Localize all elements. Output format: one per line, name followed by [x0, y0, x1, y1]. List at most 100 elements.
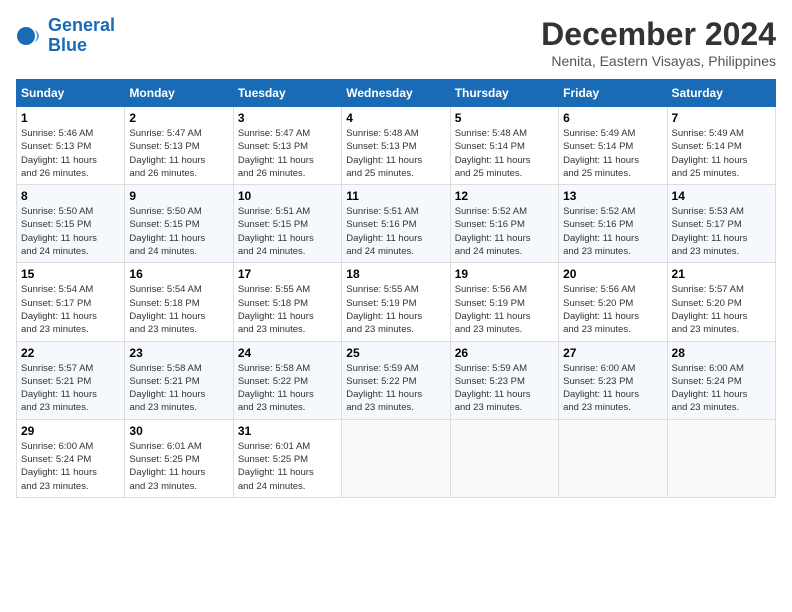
calendar-cell: 22 Sunrise: 5:57 AMSunset: 5:21 PMDayligh… — [17, 341, 125, 419]
calendar-cell: 21 Sunrise: 5:57 AMSunset: 5:20 PMDayligh… — [667, 263, 775, 341]
day-number: 28 — [672, 346, 771, 360]
day-info: Sunrise: 6:00 AMSunset: 5:23 PMDaylight:… — [563, 362, 662, 415]
day-info: Sunrise: 5:55 AMSunset: 5:19 PMDaylight:… — [346, 283, 445, 336]
calendar-cell: 2 Sunrise: 5:47 AMSunset: 5:13 PMDaylight… — [125, 107, 233, 185]
day-number: 3 — [238, 111, 337, 125]
calendar-cell: 23Sunrise: 5:58 AMSunset: 5:21 PMDayligh… — [125, 341, 233, 419]
day-number: 18 — [346, 267, 445, 281]
calendar-table: SundayMondayTuesdayWednesdayThursdayFrid… — [16, 79, 776, 498]
day-info: Sunrise: 5:54 AMSunset: 5:17 PMDaylight:… — [21, 283, 120, 336]
calendar-cell: 7 Sunrise: 5:49 AMSunset: 5:14 PMDaylight… — [667, 107, 775, 185]
calendar-week-3: 15 Sunrise: 5:54 AMSunset: 5:17 PMDayligh… — [17, 263, 776, 341]
day-number: 5 — [455, 111, 554, 125]
day-number: 10 — [238, 189, 337, 203]
day-number: 26 — [455, 346, 554, 360]
day-info: Sunrise: 5:47 AMSunset: 5:13 PMDaylight:… — [129, 127, 228, 180]
day-info: Sunrise: 5:59 AMSunset: 5:23 PMDaylight:… — [455, 362, 554, 415]
day-info: Sunrise: 5:59 AMSunset: 5:22 PMDaylight:… — [346, 362, 445, 415]
day-number: 24 — [238, 346, 337, 360]
day-number: 31 — [238, 424, 337, 438]
title-area: December 2024 Nenita, Eastern Visayas, P… — [541, 16, 776, 69]
calendar-cell: 28 Sunrise: 6:00 AMSunset: 5:24 PMDayligh… — [667, 341, 775, 419]
calendar-week-4: 22 Sunrise: 5:57 AMSunset: 5:21 PMDayligh… — [17, 341, 776, 419]
calendar-cell: 25 Sunrise: 5:59 AMSunset: 5:22 PMDayligh… — [342, 341, 450, 419]
page-header: General Blue December 2024 Nenita, Easte… — [16, 16, 776, 69]
calendar-cell: 1Sunrise: 5:46 AMSunset: 5:13 PMDaylight… — [17, 107, 125, 185]
day-number: 21 — [672, 267, 771, 281]
weekday-header-wednesday: Wednesday — [342, 80, 450, 107]
day-info: Sunrise: 5:50 AMSunset: 5:15 PMDaylight:… — [21, 205, 120, 258]
day-info: Sunrise: 5:48 AMSunset: 5:13 PMDaylight:… — [346, 127, 445, 180]
day-info: Sunrise: 5:52 AMSunset: 5:16 PMDaylight:… — [563, 205, 662, 258]
calendar-header-row: SundayMondayTuesdayWednesdayThursdayFrid… — [17, 80, 776, 107]
weekday-header-sunday: Sunday — [17, 80, 125, 107]
day-number: 8 — [21, 189, 120, 203]
calendar-cell: 19 Sunrise: 5:56 AMSunset: 5:19 PMDayligh… — [450, 263, 558, 341]
logo-icon — [16, 22, 44, 50]
day-info: Sunrise: 6:01 AMSunset: 5:25 PMDaylight:… — [129, 440, 228, 493]
day-number: 13 — [563, 189, 662, 203]
calendar-cell: 24 Sunrise: 5:58 AMSunset: 5:22 PMDayligh… — [233, 341, 341, 419]
day-number: 6 — [563, 111, 662, 125]
day-info: Sunrise: 5:47 AMSunset: 5:13 PMDaylight:… — [238, 127, 337, 180]
weekday-header-saturday: Saturday — [667, 80, 775, 107]
day-info: Sunrise: 5:51 AMSunset: 5:16 PMDaylight:… — [346, 205, 445, 258]
logo-line1: General — [48, 15, 115, 35]
day-number: 27 — [563, 346, 662, 360]
day-info: Sunrise: 5:53 AMSunset: 5:17 PMDaylight:… — [672, 205, 771, 258]
day-number: 20 — [563, 267, 662, 281]
calendar-cell: 14Sunrise: 5:53 AMSunset: 5:17 PMDayligh… — [667, 185, 775, 263]
calendar-cell: 31 Sunrise: 6:01 AMSunset: 5:25 PMDayligh… — [233, 419, 341, 497]
calendar-cell: 30 Sunrise: 6:01 AMSunset: 5:25 PMDayligh… — [125, 419, 233, 497]
calendar-body: 1Sunrise: 5:46 AMSunset: 5:13 PMDaylight… — [17, 107, 776, 498]
calendar-cell: 10 Sunrise: 5:51 AMSunset: 5:15 PMDayligh… — [233, 185, 341, 263]
logo-text: General Blue — [48, 16, 115, 56]
day-info: Sunrise: 5:52 AMSunset: 5:16 PMDaylight:… — [455, 205, 554, 258]
day-number: 22 — [21, 346, 120, 360]
day-info: Sunrise: 5:57 AMSunset: 5:20 PMDaylight:… — [672, 283, 771, 336]
calendar-cell: 8 Sunrise: 5:50 AMSunset: 5:15 PMDaylight… — [17, 185, 125, 263]
day-info: Sunrise: 5:54 AMSunset: 5:18 PMDaylight:… — [129, 283, 228, 336]
day-info: Sunrise: 6:01 AMSunset: 5:25 PMDaylight:… — [238, 440, 337, 493]
calendar-week-2: 8 Sunrise: 5:50 AMSunset: 5:15 PMDaylight… — [17, 185, 776, 263]
day-info: Sunrise: 6:00 AMSunset: 5:24 PMDaylight:… — [21, 440, 120, 493]
logo: General Blue — [16, 16, 115, 56]
day-info: Sunrise: 5:51 AMSunset: 5:15 PMDaylight:… — [238, 205, 337, 258]
logo-line2: Blue — [48, 35, 87, 55]
weekday-header-thursday: Thursday — [450, 80, 558, 107]
calendar-cell: 11Sunrise: 5:51 AMSunset: 5:16 PMDayligh… — [342, 185, 450, 263]
day-number: 7 — [672, 111, 771, 125]
calendar-cell: 17 Sunrise: 5:55 AMSunset: 5:18 PMDayligh… — [233, 263, 341, 341]
calendar-cell — [450, 419, 558, 497]
calendar-cell: 9 Sunrise: 5:50 AMSunset: 5:15 PMDaylight… — [125, 185, 233, 263]
day-number: 4 — [346, 111, 445, 125]
day-info: Sunrise: 5:57 AMSunset: 5:21 PMDaylight:… — [21, 362, 120, 415]
calendar-cell: 3 Sunrise: 5:47 AMSunset: 5:13 PMDaylight… — [233, 107, 341, 185]
day-number: 9 — [129, 189, 228, 203]
day-number: 29 — [21, 424, 120, 438]
day-number: 30 — [129, 424, 228, 438]
day-number: 12 — [455, 189, 554, 203]
calendar-cell: 29 Sunrise: 6:00 AMSunset: 5:24 PMDayligh… — [17, 419, 125, 497]
calendar-cell: 15 Sunrise: 5:54 AMSunset: 5:17 PMDayligh… — [17, 263, 125, 341]
day-number: 2 — [129, 111, 228, 125]
calendar-cell: 27 Sunrise: 6:00 AMSunset: 5:23 PMDayligh… — [559, 341, 667, 419]
day-number: 16 — [129, 267, 228, 281]
month-title: December 2024 — [541, 16, 776, 53]
calendar-week-1: 1Sunrise: 5:46 AMSunset: 5:13 PMDaylight… — [17, 107, 776, 185]
day-info: Sunrise: 5:55 AMSunset: 5:18 PMDaylight:… — [238, 283, 337, 336]
weekday-header-friday: Friday — [559, 80, 667, 107]
day-number: 25 — [346, 346, 445, 360]
calendar-cell: 16 Sunrise: 5:54 AMSunset: 5:18 PMDayligh… — [125, 263, 233, 341]
day-number: 17 — [238, 267, 337, 281]
day-number: 15 — [21, 267, 120, 281]
day-info: Sunrise: 6:00 AMSunset: 5:24 PMDaylight:… — [672, 362, 771, 415]
day-info: Sunrise: 5:50 AMSunset: 5:15 PMDaylight:… — [129, 205, 228, 258]
day-number: 19 — [455, 267, 554, 281]
calendar-cell: 4 Sunrise: 5:48 AMSunset: 5:13 PMDaylight… — [342, 107, 450, 185]
day-info: Sunrise: 5:56 AMSunset: 5:19 PMDaylight:… — [455, 283, 554, 336]
day-info: Sunrise: 5:58 AMSunset: 5:22 PMDaylight:… — [238, 362, 337, 415]
day-info: Sunrise: 5:48 AMSunset: 5:14 PMDaylight:… — [455, 127, 554, 180]
calendar-cell: 6Sunrise: 5:49 AMSunset: 5:14 PMDaylight… — [559, 107, 667, 185]
day-info: Sunrise: 5:49 AMSunset: 5:14 PMDaylight:… — [672, 127, 771, 180]
